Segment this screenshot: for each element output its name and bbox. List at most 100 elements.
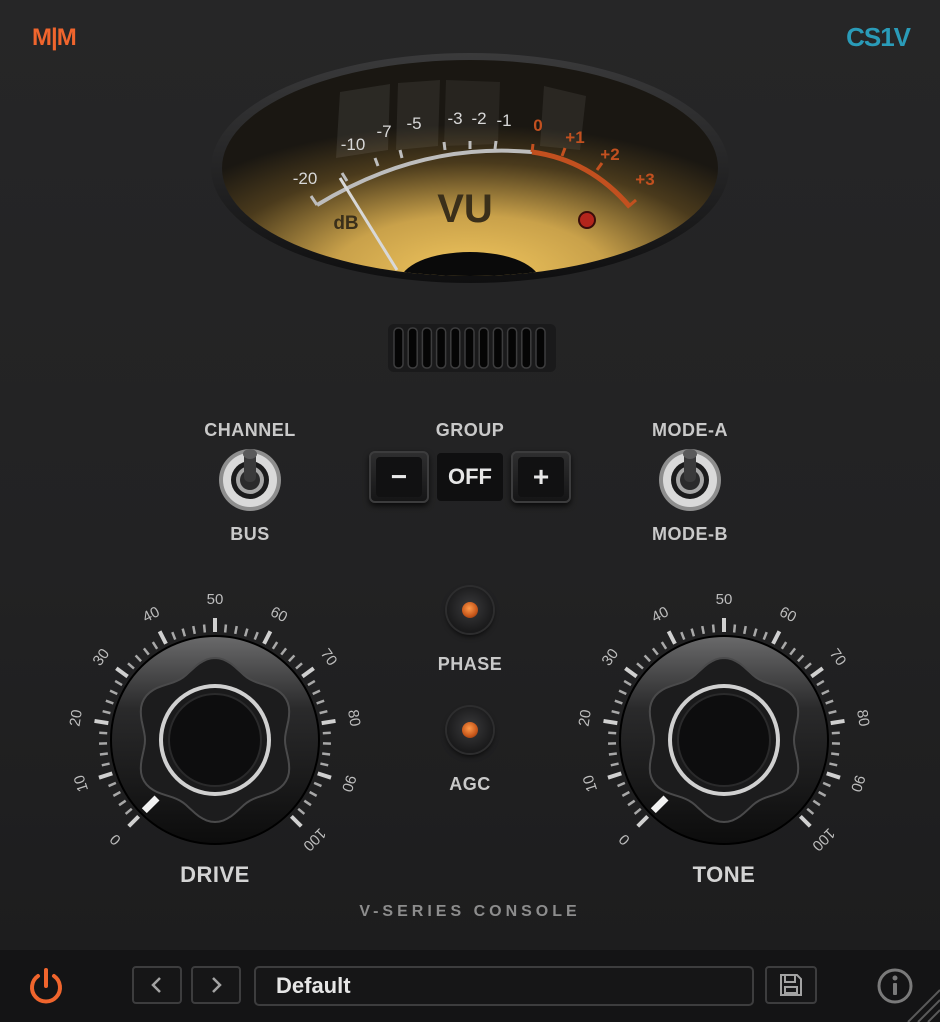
drive-knob[interactable]: 0 10 20 30 40 50 60 70 80 90 100 (65, 590, 365, 870)
save-preset-button[interactable] (765, 966, 817, 1004)
group-increment-button[interactable]: + (511, 451, 571, 503)
chevron-left-icon (151, 977, 161, 993)
knob-tick (142, 647, 150, 656)
knob-tick (830, 718, 845, 726)
knob-tick (105, 699, 114, 705)
knob-scale-label: 100 (809, 825, 839, 855)
vu-tick (442, 141, 447, 151)
vu-scale-label: -5 (406, 114, 421, 133)
mode-b-label: MODE-B (652, 524, 728, 544)
knob-tick (806, 807, 815, 815)
knob-tick (828, 709, 837, 715)
knob-tick (660, 641, 668, 650)
knob-tick (316, 699, 325, 705)
knob-tick (313, 781, 322, 788)
knob-tick (825, 699, 834, 705)
knob-tick (636, 814, 650, 828)
knob-tick (743, 625, 747, 635)
knob-scale-label: 40 (140, 603, 163, 626)
plus-label: + (518, 457, 564, 497)
mode-a-label: MODE-A (652, 420, 728, 440)
channel-label: CHANNEL (204, 420, 296, 440)
agc-label: AGC (449, 774, 491, 794)
knob-tick (732, 624, 737, 633)
vu-scale-label-red: +3 (635, 170, 654, 189)
knob-tick (288, 654, 296, 663)
group-decrement-button[interactable]: − (369, 451, 429, 503)
knob-tick (271, 641, 279, 650)
vu-meter: -20-10-7 -5 -3 -2 -1 0+1+2+3 VU dB (211, 53, 729, 283)
knob-tick (752, 628, 758, 637)
knob-tick (202, 624, 207, 633)
knob-tick (651, 647, 659, 656)
knob-tick (320, 762, 329, 767)
knob-scale-label: 60 (268, 603, 291, 626)
knob-tick (301, 666, 315, 679)
vu-scale-label: -10 (341, 135, 366, 154)
knob-scale-label: 80 (853, 708, 872, 727)
vu-scale-label: -3 (447, 109, 462, 128)
knob-tick (303, 799, 312, 807)
knob-tick (797, 654, 805, 663)
knob-tick (151, 641, 159, 650)
prev-preset-button[interactable] (132, 966, 182, 1004)
knob-tick (317, 771, 332, 780)
knob-tick (830, 752, 840, 756)
knob-tick (624, 666, 638, 679)
knob-tick (171, 631, 177, 641)
knob-tick (280, 647, 288, 656)
vu-tick (398, 149, 404, 159)
knob-scale-label: 0 (107, 830, 125, 848)
vu-scale-label-red: +1 (565, 128, 584, 147)
group-label: GROUP (435, 420, 505, 440)
knob-tick (289, 814, 303, 828)
knob-tick (636, 662, 644, 670)
knob-tick (798, 814, 812, 828)
knob-tick (243, 628, 249, 637)
agc-indicator (462, 722, 478, 738)
plugin-window: M|M CS1V -20 -10 -7-5 -3 -2 -1 0 +1 +2 +… (0, 0, 940, 1022)
knob-tick (680, 631, 686, 641)
agc-button[interactable] (447, 707, 493, 753)
preset-name-field[interactable]: Default (254, 966, 754, 1006)
power-icon[interactable] (26, 966, 66, 1006)
knob-tick (818, 790, 827, 797)
tone-knob[interactable]: 0 10 20 30 40 50 60 70 80 90 100 (574, 590, 874, 870)
knob-tick (99, 752, 109, 756)
knob-tick (127, 662, 135, 670)
knob-tick (690, 628, 696, 637)
knob-tick (309, 790, 318, 797)
knob-tick (108, 781, 117, 788)
floppy-disk-icon (780, 974, 802, 996)
knob-tick (762, 631, 768, 641)
knob-tick (608, 731, 617, 735)
knob-tick (603, 718, 618, 726)
knob-scale-label: 20 (575, 708, 594, 727)
channel-bus-toggle[interactable] (218, 448, 282, 512)
vu-scale-label: -1 (496, 111, 511, 130)
knob-tick (253, 631, 259, 641)
knob-tick (829, 762, 838, 767)
knob-scale-label: 30 (599, 646, 623, 669)
vu-tick (530, 143, 535, 153)
knob-tick (621, 790, 630, 797)
knob-scale-label: 50 (207, 591, 224, 608)
resize-grip-icon[interactable] (905, 987, 940, 1022)
knob-scale-label: 10 (71, 773, 92, 794)
knob-scale-label: 70 (826, 646, 850, 669)
knob-tick (297, 807, 306, 815)
phase-button[interactable] (447, 587, 493, 633)
peak-led (578, 211, 596, 229)
next-preset-button[interactable] (191, 966, 241, 1004)
knob-tick (127, 814, 141, 828)
vu-scale-label: -20 (293, 169, 318, 188)
knob-tick (114, 679, 123, 687)
vu-tick (493, 140, 498, 150)
knob-tick (816, 679, 825, 687)
mode-toggle[interactable] (658, 448, 722, 512)
bus-label: BUS (230, 524, 270, 544)
knob-tick (789, 647, 797, 656)
knob-tick (643, 654, 651, 663)
knob-tick (112, 790, 121, 797)
knob-scale-label: 80 (344, 708, 363, 727)
